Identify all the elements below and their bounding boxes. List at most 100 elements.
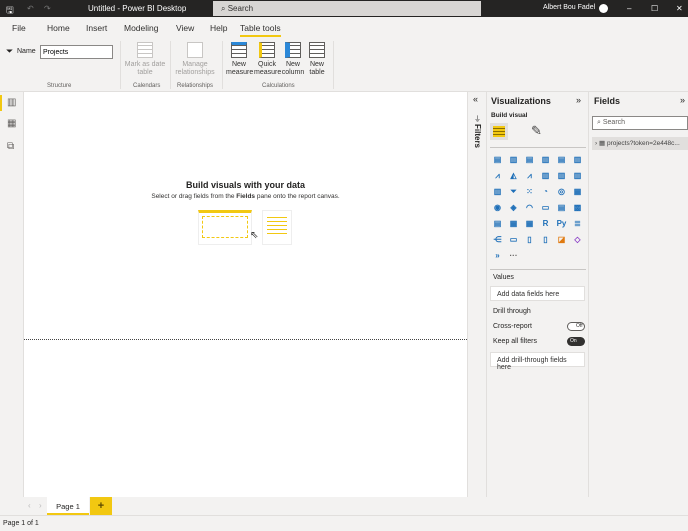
values-label: Values: [493, 274, 514, 281]
illustration-visual: [198, 210, 252, 245]
close-button[interactable]: ✕: [676, 4, 683, 13]
arcgis-icon[interactable]: »: [492, 250, 503, 261]
donut-icon[interactable]: ◎: [556, 186, 567, 197]
stacked-bar-icon[interactable]: ▤: [492, 154, 503, 165]
report-canvas[interactable]: Build visuals with your data Select or d…: [24, 92, 467, 497]
ribbon-chart-icon[interactable]: ▥: [572, 170, 583, 181]
mark-as-date-table-button: Mark as date table: [122, 42, 168, 77]
title-bar: 🖫 ↶ ↷ Untitled - Power BI Desktop ⌕ Sear…: [0, 0, 688, 17]
area-chart-icon[interactable]: ◭: [508, 170, 519, 181]
r-visual-icon[interactable]: R: [540, 218, 551, 229]
python-visual-icon[interactable]: Py: [556, 218, 567, 229]
table-name-input[interactable]: [40, 45, 113, 59]
100-stacked-column-icon[interactable]: ▥: [572, 154, 583, 165]
model-view-icon[interactable]: ⧉: [7, 141, 14, 152]
new-table-button[interactable]: New table: [306, 42, 328, 77]
100-stacked-bar-icon[interactable]: ▤: [556, 154, 567, 165]
new-measure-button[interactable]: New measure: [226, 42, 253, 77]
report-view-icon[interactable]: ▥: [7, 97, 16, 108]
add-page-button[interactable]: +: [90, 497, 112, 515]
power-automate-icon[interactable]: ◇: [572, 234, 583, 245]
qa-icon[interactable]: ▭: [508, 234, 519, 245]
build-visual-tab[interactable]: [490, 123, 508, 140]
minimize-button[interactable]: –: [627, 4, 631, 13]
build-visual-label: Build visual: [491, 112, 528, 119]
redo-icon[interactable]: ↷: [44, 4, 51, 13]
tab-home[interactable]: Home: [47, 23, 70, 33]
matrix-icon[interactable]: ▦: [524, 218, 535, 229]
new-column-button[interactable]: New column: [281, 42, 305, 77]
line-clustered-column-icon[interactable]: ▥: [556, 170, 567, 181]
next-page-icon[interactable]: ›: [39, 501, 42, 510]
undo-icon[interactable]: ↶: [27, 4, 34, 13]
clustered-column-icon[interactable]: ▥: [540, 154, 551, 165]
collapse-fields-icon[interactable]: »: [680, 95, 685, 105]
line-stacked-column-icon[interactable]: ▥: [540, 170, 551, 181]
power-apps-icon[interactable]: ◪: [556, 234, 567, 245]
pie-icon[interactable]: ◔: [540, 186, 551, 197]
tab-modeling[interactable]: Modeling: [124, 23, 159, 33]
tab-file[interactable]: File: [12, 23, 26, 33]
tab-insert[interactable]: Insert: [86, 23, 107, 33]
maximize-button[interactable]: ☐: [651, 4, 658, 13]
group-relationships: Relationships: [177, 83, 214, 89]
illustration-fields: [262, 210, 292, 245]
format-visual-icon[interactable]: ✎: [531, 123, 542, 139]
page-count: Page 1 of 1: [3, 520, 39, 527]
tab-table-tools[interactable]: Table tools: [240, 23, 281, 37]
kpi-icon[interactable]: ▩: [572, 202, 583, 213]
fields-well-icon: [493, 126, 505, 137]
group-calculations: Calculations: [262, 83, 295, 89]
slicer-icon[interactable]: ▤: [492, 218, 503, 229]
search-box[interactable]: ⌕ Search: [213, 1, 481, 16]
calculator-icon: [231, 42, 247, 58]
card-icon[interactable]: ▭: [540, 202, 551, 213]
tab-view[interactable]: View: [176, 23, 194, 33]
calendar-table-icon: [137, 42, 153, 58]
ribbon: ⏷ Name Structure Mark as date table Cale…: [0, 37, 688, 92]
multi-row-card-icon[interactable]: ▤: [556, 202, 567, 213]
line-chart-icon[interactable]: ⩘: [492, 170, 503, 181]
visualizations-pane: Visualizations » Build visual ✎ ▤ ▥ ▤ ▥ ▤ ▥ ⩘ ◭…: [487, 92, 589, 497]
cursor-icon: ⇖: [250, 230, 259, 241]
gauge-icon[interactable]: ◠: [524, 202, 535, 213]
avatar[interactable]: [599, 4, 608, 13]
stacked-area-icon[interactable]: ⩘: [524, 170, 535, 181]
chevron-right-icon: ›: [595, 140, 598, 147]
keep-all-filters-toggle[interactable]: On: [567, 337, 585, 346]
collapse-viz-icon[interactable]: »: [576, 95, 581, 105]
fields-title: Fields: [594, 96, 621, 106]
fields-pane: Fields » ⌕ Search › ▦ projects?token=2e4…: [589, 92, 688, 497]
filter-icon: ⏚: [474, 116, 481, 123]
prev-page-icon[interactable]: ‹: [28, 501, 31, 510]
paginated-report-icon[interactable]: ▯: [540, 234, 551, 245]
filled-map-icon[interactable]: ◈: [508, 202, 519, 213]
user-name: Albert Bou Fadel: [543, 4, 596, 11]
tab-help[interactable]: Help: [210, 23, 227, 33]
fields-search-input[interactable]: ⌕ Search: [592, 116, 688, 130]
values-drop-field[interactable]: Add data fields here: [490, 286, 585, 301]
waterfall-icon[interactable]: ▥: [492, 186, 503, 197]
decomposition-tree-icon[interactable]: ⋲: [492, 234, 503, 245]
more-visuals-icon[interactable]: ···: [508, 250, 519, 261]
table-icon[interactable]: ▦: [508, 218, 519, 229]
scatter-icon[interactable]: ⁙: [524, 186, 535, 197]
drill-through-drop-field[interactable]: Add drill-through fields here: [490, 352, 585, 371]
table-icon: ▦: [598, 140, 606, 147]
key-influencers-icon[interactable]: ≣: [572, 218, 583, 229]
filters-pane-collapsed[interactable]: « ⏚ Filters: [467, 92, 487, 497]
expand-icon[interactable]: «: [473, 94, 478, 104]
stacked-column-icon[interactable]: ▥: [508, 154, 519, 165]
cross-report-toggle[interactable]: Off: [567, 322, 585, 331]
treemap-icon[interactable]: ▦: [572, 186, 583, 197]
clustered-bar-icon[interactable]: ▤: [524, 154, 535, 165]
page-tab-1[interactable]: Page 1: [47, 497, 89, 515]
funnel-icon[interactable]: ⏷: [508, 186, 519, 197]
drill-through-label: Drill through: [493, 308, 531, 315]
quick-measure-button[interactable]: Quick measure: [254, 42, 281, 77]
page-boundary: [24, 339, 467, 340]
field-table-projects[interactable]: › ▦ projects?token=2e448c...: [592, 137, 688, 150]
data-view-icon[interactable]: ▦: [7, 118, 16, 129]
smart-narrative-icon[interactable]: ▯: [524, 234, 535, 245]
map-icon[interactable]: ◉: [492, 202, 503, 213]
